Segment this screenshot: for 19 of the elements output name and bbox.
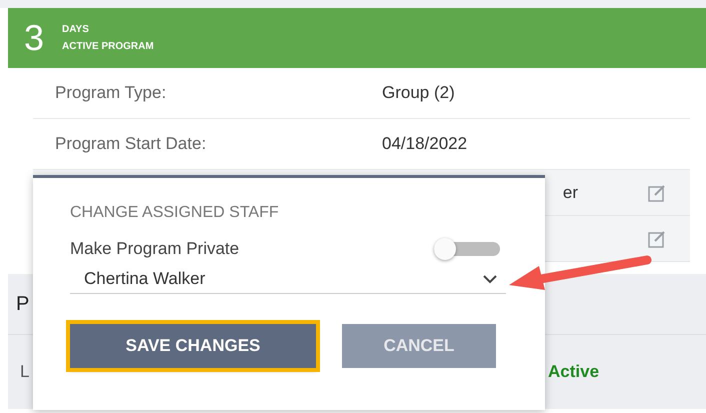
detail-label: Program Start Date: — [55, 134, 208, 154]
detail-label: Program Type: — [55, 83, 168, 103]
dialog-title: CHANGE ASSIGNED STAFF — [70, 204, 280, 222]
days-count: 3 — [24, 17, 44, 59]
save-button[interactable]: SAVE CHANGES — [70, 324, 316, 368]
toggle-label: Make Program Private — [70, 239, 240, 259]
edit-icon[interactable] — [648, 230, 666, 248]
row-label: L — [20, 362, 30, 382]
section-heading: P — [16, 292, 30, 316]
detail-value: 04/18/2022 — [382, 134, 468, 154]
detail-value: Group (2) — [382, 83, 455, 103]
days-label: DAYS — [62, 24, 90, 35]
banner-caption: ACTIVE PROGRAM — [62, 41, 154, 52]
edit-icon[interactable] — [648, 184, 666, 202]
detail-value: er — [562, 182, 578, 202]
staff-dropdown[interactable]: Chertina Walker — [70, 264, 506, 294]
status-text: Active — [548, 362, 600, 382]
private-toggle[interactable] — [434, 238, 500, 260]
chevron-down-icon — [482, 274, 498, 284]
